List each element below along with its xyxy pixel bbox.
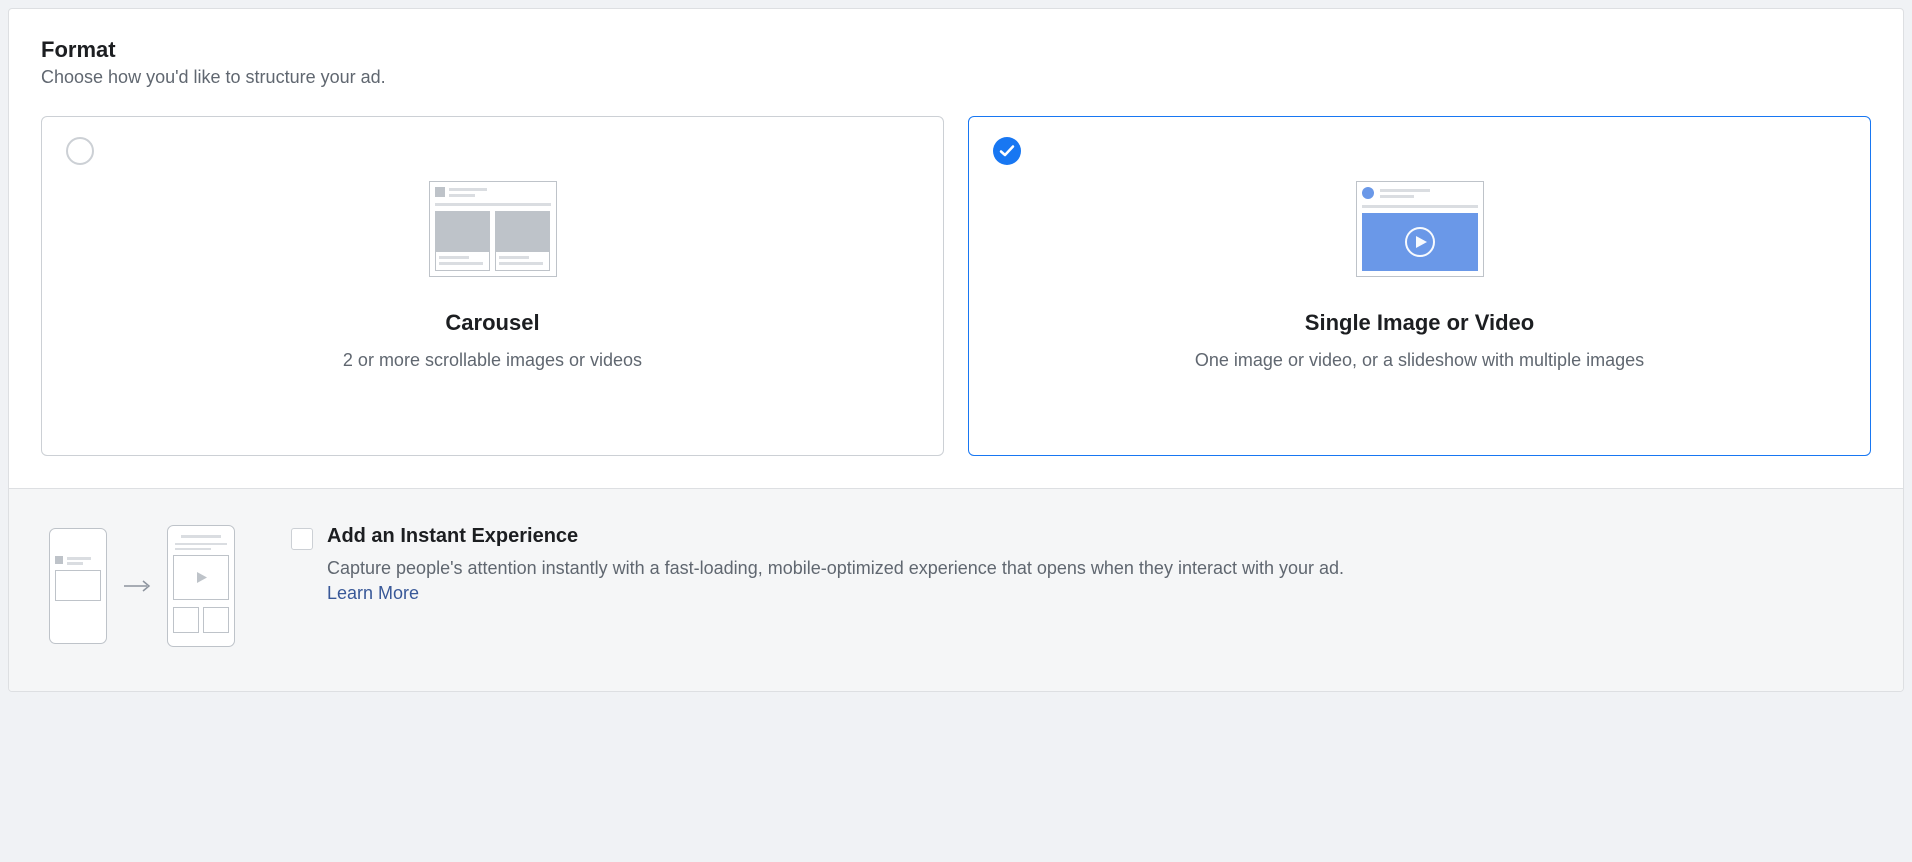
option-carousel[interactable]: Carousel 2 or more scrollable images or …: [41, 116, 944, 456]
phone-small-icon: [49, 528, 107, 644]
option-carousel-title: Carousel: [445, 310, 539, 336]
single-video-illustration-icon: [1356, 181, 1484, 282]
instant-experience-desc: Capture people's attention instantly wit…: [327, 556, 1871, 581]
instant-experience-text: Add an Instant Experience Capture people…: [327, 525, 1871, 604]
section-title: Format: [41, 37, 1871, 63]
instant-experience-checkbox[interactable]: [291, 528, 313, 550]
arrow-right-icon: [123, 580, 151, 592]
option-single-desc: One image or video, or a slideshow with …: [1195, 350, 1644, 371]
instant-experience-graphic: [49, 525, 235, 647]
format-section: Format Choose how you'd like to structur…: [9, 9, 1903, 488]
option-single-content: Single Image or Video One image or video…: [993, 137, 1846, 371]
learn-more-link[interactable]: Learn More: [327, 583, 419, 604]
option-single-title: Single Image or Video: [1305, 310, 1534, 336]
option-carousel-desc: 2 or more scrollable images or videos: [343, 350, 642, 371]
format-options-row: Carousel 2 or more scrollable images or …: [41, 116, 1871, 456]
instant-experience-title: Add an Instant Experience: [327, 525, 1871, 548]
carousel-illustration-icon: [429, 181, 557, 282]
instant-experience-section: Add an Instant Experience Capture people…: [9, 488, 1903, 691]
format-panel: Format Choose how you'd like to structur…: [8, 8, 1904, 692]
option-carousel-content: Carousel 2 or more scrollable images or …: [66, 137, 919, 371]
radio-selected-icon: [993, 137, 1021, 165]
section-subtitle: Choose how you'd like to structure your …: [41, 67, 1871, 88]
phone-large-icon: [167, 525, 235, 647]
instant-experience-block: Add an Instant Experience Capture people…: [291, 525, 1871, 604]
option-single-image-video[interactable]: Single Image or Video One image or video…: [968, 116, 1871, 456]
radio-unselected-icon: [66, 137, 94, 165]
